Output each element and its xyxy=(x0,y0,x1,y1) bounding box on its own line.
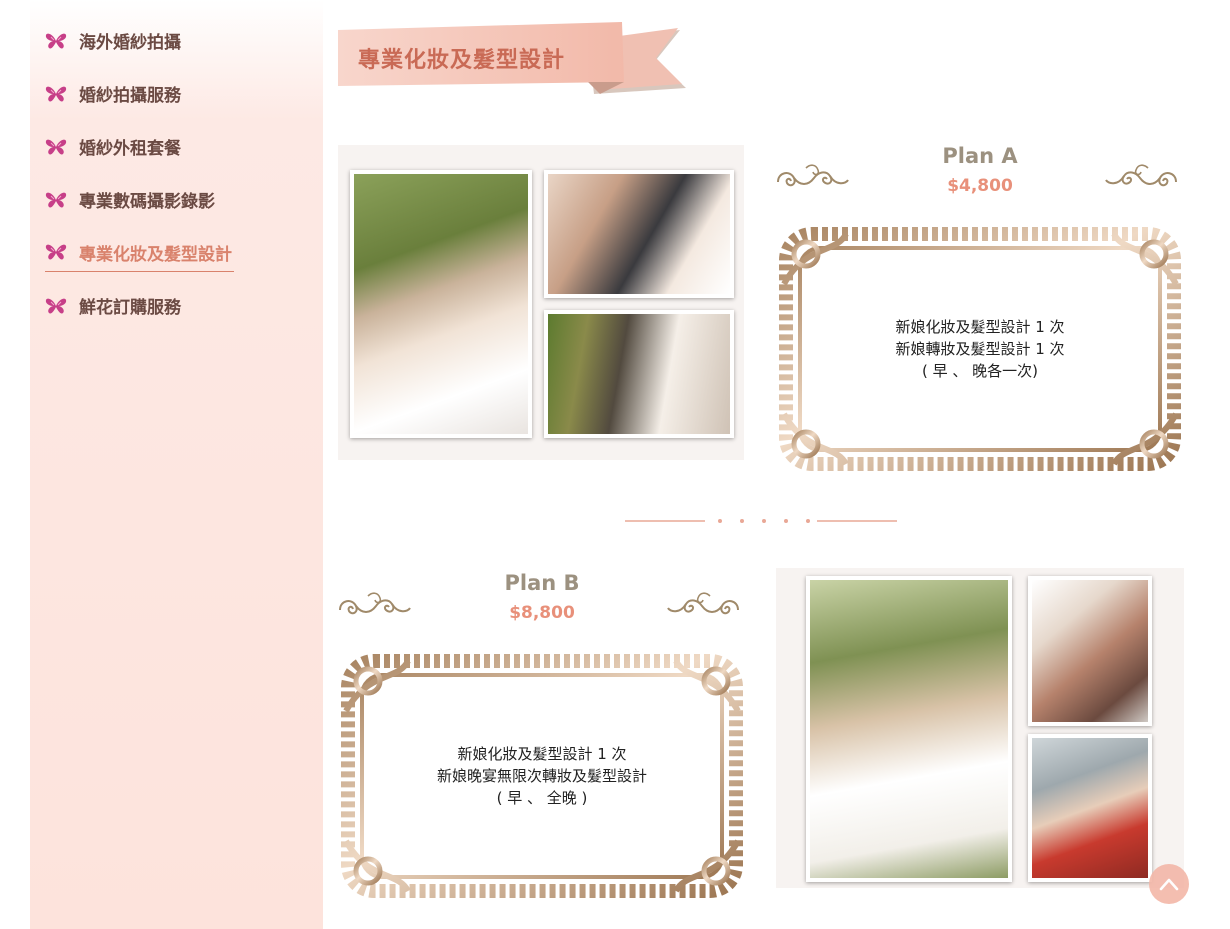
plan-a-photo-collage xyxy=(338,145,744,460)
plan-a-line: ( 早 、 晚各一次) xyxy=(921,362,1038,380)
couple-photo-main xyxy=(350,170,532,438)
butterfly-icon xyxy=(45,32,67,50)
butterfly-icon xyxy=(45,297,67,315)
plan-a-line: 新娘化妝及髮型設計 1 次 xyxy=(895,318,1065,336)
couple-photo-closeup xyxy=(544,170,734,298)
swirl-ornament-right xyxy=(1104,162,1178,196)
plan-b-ornate-frame: 新娘化妝及髮型設計 1 次 新娘晚宴無限次轉妝及髮型設計 ( 早 、 全晚 ) xyxy=(338,651,746,901)
plan-a-header: Plan A $4,800 xyxy=(880,144,1080,196)
sidebar-active-underline: 專業化妝及髮型設計 xyxy=(45,234,234,272)
sidebar-item-label: 婚紗外租套餐 xyxy=(79,139,181,159)
plan-a-price: $4,800 xyxy=(947,176,1013,196)
butterfly-icon xyxy=(45,191,67,209)
bride-photo-red-dress xyxy=(1028,734,1152,882)
plan-a-line: 新娘轉妝及髮型設計 1 次 xyxy=(895,340,1065,358)
plan-a-ornate-frame: 新娘化妝及髮型設計 1 次 新娘轉妝及髮型設計 1 次 ( 早 、 晚各一次) xyxy=(776,224,1184,474)
page-title-ribbon: 專業化妝及髮型設計 xyxy=(338,22,688,108)
plan-b-line: 新娘化妝及髮型設計 1 次 xyxy=(457,745,627,763)
bride-photo-veil xyxy=(1028,576,1152,726)
sidebar-nav: 海外婚紗拍攝 婚紗拍攝服務 婚紗外租套餐 專業數碼攝影錄影 專業化妝及髮型設計 … xyxy=(45,14,305,332)
plan-b-line: ( 早 、 全晚 ) xyxy=(496,789,588,807)
butterfly-icon xyxy=(45,85,67,103)
plan-b-photo-collage xyxy=(776,568,1184,888)
swirl-ornament-left xyxy=(338,590,412,624)
page-title: 專業化妝及髮型設計 xyxy=(358,48,566,73)
plan-b-header: Plan B $8,800 xyxy=(442,571,642,623)
sidebar-item-photo-video[interactable]: 專業數碼攝影錄影 xyxy=(45,173,305,226)
sidebar-item-overseas-wedding-photo[interactable]: 海外婚紗拍攝 xyxy=(45,14,305,67)
plan-b-price: $8,800 xyxy=(509,603,575,623)
back-to-top-button[interactable] xyxy=(1149,864,1189,904)
sidebar-item-label: 專業化妝及髮型設計 xyxy=(79,244,232,265)
plan-b-name: Plan B xyxy=(504,571,580,595)
sidebar-item-gown-rental[interactable]: 婚紗外租套餐 xyxy=(45,120,305,173)
sidebar-item-label: 專業數碼攝影錄影 xyxy=(79,192,215,212)
swirl-ornament-left xyxy=(776,162,850,196)
plan-a-name: Plan A xyxy=(942,144,1018,168)
sidebar: 海外婚紗拍攝 婚紗拍攝服務 婚紗外租套餐 專業數碼攝影錄影 專業化妝及髮型設計 … xyxy=(30,0,323,929)
bride-photo-full xyxy=(806,576,1012,882)
plan-b-details: 新娘化妝及髮型設計 1 次 新娘晚宴無限次轉妝及髮型設計 ( 早 、 全晚 ) xyxy=(338,743,746,809)
sidebar-item-label: 鮮花訂購服務 xyxy=(79,298,181,318)
bride-photo-hat xyxy=(544,310,734,438)
butterfly-icon xyxy=(45,243,67,261)
butterfly-icon xyxy=(45,138,67,156)
swirl-ornament-right xyxy=(666,590,740,624)
sidebar-item-label: 婚紗拍攝服務 xyxy=(79,86,181,106)
chevron-up-icon xyxy=(1159,878,1179,891)
sidebar-item-makeup-hair[interactable]: 專業化妝及髮型設計 xyxy=(45,226,305,279)
section-divider xyxy=(625,519,897,523)
sidebar-item-label: 海外婚紗拍攝 xyxy=(79,33,181,53)
sidebar-item-wedding-photo-service[interactable]: 婚紗拍攝服務 xyxy=(45,67,305,120)
plan-b-line: 新娘晚宴無限次轉妝及髮型設計 xyxy=(436,767,647,785)
plan-a-details: 新娘化妝及髮型設計 1 次 新娘轉妝及髮型設計 1 次 ( 早 、 晚各一次) xyxy=(776,316,1184,382)
sidebar-item-flowers[interactable]: 鮮花訂購服務 xyxy=(45,279,305,332)
